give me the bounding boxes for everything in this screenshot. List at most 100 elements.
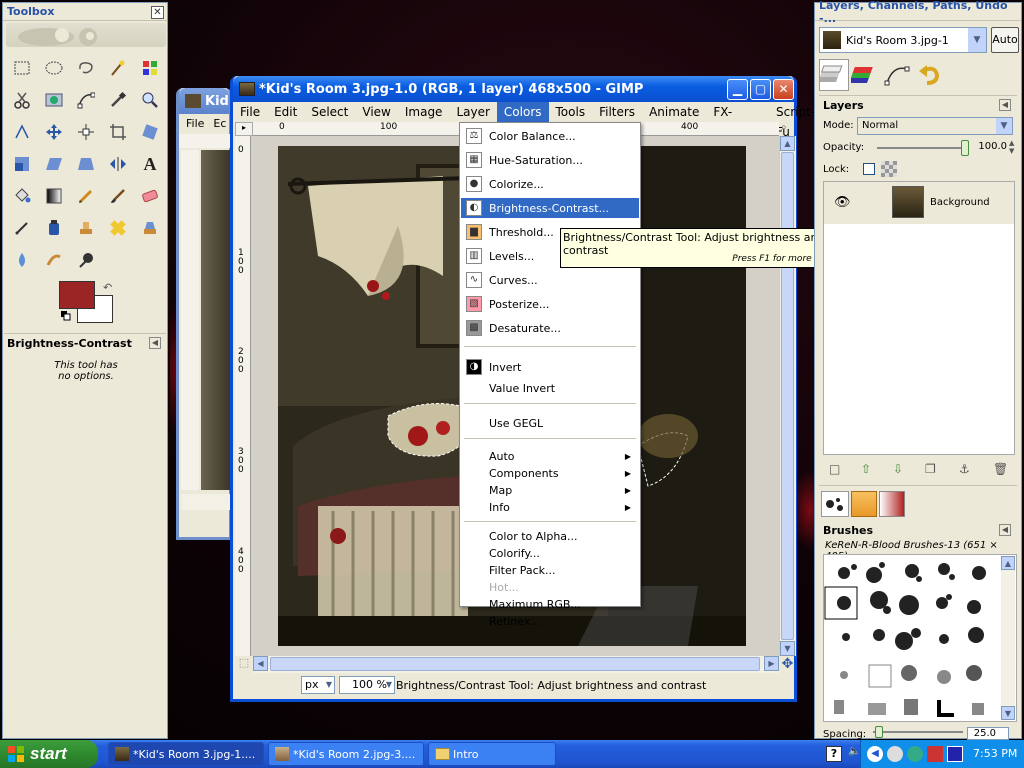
select-by-color-icon[interactable]	[139, 57, 161, 79]
flip-icon[interactable]	[107, 153, 129, 175]
menu-filters[interactable]: Filters	[592, 102, 642, 122]
scroll-up-icon[interactable]: ▲	[780, 136, 795, 151]
eraser-icon[interactable]	[139, 185, 161, 207]
taskbar-button-kids-room-2[interactable]: *Kid's Room 2.jpg-3....	[268, 742, 424, 766]
blend-icon[interactable]	[43, 185, 65, 207]
lower-layer-icon[interactable]: ⇩	[893, 462, 903, 476]
fuzzy-select-icon[interactable]	[107, 57, 129, 79]
menu-item-brightness-contrast[interactable]: ◐ Brightness-Contrast...	[461, 198, 639, 218]
scroll-right-icon[interactable]: ▶	[764, 656, 779, 671]
spacing-slider-handle[interactable]	[875, 726, 883, 738]
delete-layer-icon[interactable]: 🗑	[993, 462, 1008, 476]
menu-image[interactable]: Image	[398, 102, 450, 122]
new-layer-icon[interactable]: □	[829, 462, 840, 476]
menu-item-posterize[interactable]: ▧ Posterize...	[461, 294, 639, 314]
menu-item-desaturate[interactable]: ▩ Desaturate...	[461, 318, 639, 338]
tab-patterns[interactable]	[851, 491, 877, 517]
blur-icon[interactable]	[11, 249, 33, 271]
clone-icon[interactable]	[75, 217, 97, 239]
lock-alpha-icon[interactable]	[881, 161, 897, 177]
scissors-icon[interactable]	[11, 89, 33, 111]
align-icon[interactable]	[75, 121, 97, 143]
lasso-icon[interactable]	[75, 57, 97, 79]
crop-icon[interactable]	[107, 121, 129, 143]
menu-animate[interactable]: Animate	[642, 102, 706, 122]
scale-icon[interactable]	[11, 153, 33, 175]
scroll-down-icon[interactable]: ▼	[1001, 706, 1015, 720]
horizontal-scrollbar[interactable]: ◀ ▶	[253, 656, 779, 673]
tab-brushes[interactable]	[821, 491, 849, 517]
anchor-icon[interactable]: ⚓	[959, 462, 970, 476]
opacity-slider-handle[interactable]	[961, 140, 969, 156]
brushes-scrollbar[interactable]: ▲ ▼	[1001, 556, 1015, 720]
scroll-left-icon[interactable]: ◀	[253, 656, 268, 671]
menu-item-invert[interactable]: ◑ Invert	[461, 357, 639, 377]
opacity-slider[interactable]	[877, 147, 967, 149]
menu-select[interactable]: Select	[304, 102, 355, 122]
menu-item-use-gegl[interactable]: Use GEGL	[461, 413, 639, 433]
rect-select-icon[interactable]	[11, 57, 33, 79]
tab-menu-icon[interactable]: ◀	[149, 337, 161, 349]
default-colors-icon[interactable]	[61, 311, 71, 321]
spacing-input[interactable]: 25.0	[967, 727, 1009, 740]
navigation-icon[interactable]: ✥	[779, 656, 796, 673]
paintbrush-icon[interactable]	[107, 185, 129, 207]
airbrush-icon[interactable]	[11, 217, 33, 239]
ink-icon[interactable]	[43, 217, 65, 239]
tray-app-icon[interactable]	[947, 746, 963, 762]
swap-colors-icon[interactable]: ↶	[103, 281, 115, 294]
maximize-button[interactable]: ▢	[750, 79, 771, 100]
unit-select[interactable]: px ▼	[301, 676, 335, 694]
volume-icon[interactable]: 🔈	[848, 746, 860, 762]
measure-icon[interactable]	[11, 121, 33, 143]
zoom-icon[interactable]	[139, 89, 161, 111]
tray-app-icon[interactable]	[887, 746, 903, 762]
quick-mask-corner-icon[interactable]: ▸	[235, 122, 253, 136]
pencil-icon[interactable]	[75, 185, 97, 207]
tab-layers[interactable]	[817, 59, 849, 91]
start-button[interactable]: start	[0, 740, 98, 768]
text-icon[interactable]: A	[139, 153, 161, 175]
menu-fx-foundry[interactable]: FX-Foundry	[706, 102, 769, 139]
tray-app-icon[interactable]	[907, 746, 923, 762]
layer-row[interactable]: 👁 Background	[824, 182, 1014, 224]
scroll-down-icon[interactable]: ▼	[780, 641, 795, 656]
close-button[interactable]: ✕	[773, 79, 794, 100]
eye-icon[interactable]: 👁	[834, 195, 851, 210]
tab-gradients[interactable]	[879, 491, 905, 517]
menu-edit[interactable]: Edit	[267, 102, 304, 122]
raise-layer-icon[interactable]: ⇧	[861, 462, 871, 476]
scroll-thumb[interactable]	[270, 657, 760, 671]
menu-file[interactable]: File	[233, 102, 267, 122]
back-window-titlebar[interactable]: Kid	[179, 88, 229, 114]
menu-item-hue-saturation[interactable]: ▦ Hue-Saturation...	[461, 150, 639, 170]
smudge-icon[interactable]	[43, 249, 65, 271]
scroll-thumb[interactable]	[781, 152, 794, 640]
tab-menu-icon[interactable]: ◀	[999, 99, 1011, 111]
opacity-input[interactable]: 100.0	[973, 141, 1007, 155]
bucket-fill-icon[interactable]	[11, 185, 33, 207]
menu-item-curves[interactable]: ∿ Curves...	[461, 270, 639, 290]
tray-chevron-icon[interactable]: ◀	[867, 746, 883, 762]
taskbar-button-kids-room-3[interactable]: *Kid's Room 3.jpg-1....	[108, 742, 264, 766]
menu-edit[interactable]: Ec	[211, 114, 228, 134]
spinner-icon[interactable]: ▲ ▼	[1009, 139, 1014, 155]
move-icon[interactable]	[43, 121, 65, 143]
perspective-icon[interactable]	[75, 153, 97, 175]
ellipse-select-icon[interactable]	[43, 57, 65, 79]
perspective-clone-icon[interactable]	[139, 217, 161, 239]
paths-icon[interactable]	[75, 89, 97, 111]
menu-file[interactable]: File	[179, 114, 211, 134]
brushes-grid[interactable]	[823, 554, 1017, 722]
zoom-to-fit-icon[interactable]: ⬚	[235, 656, 253, 674]
mode-select[interactable]: Normal ▼	[857, 117, 1013, 135]
shear-icon[interactable]	[43, 153, 65, 175]
tab-menu-icon[interactable]: ◀	[999, 524, 1011, 536]
menu-item-value-invert[interactable]: Value Invert	[461, 378, 639, 398]
back-image-window[interactable]: Kid File Ec	[176, 88, 235, 540]
navigate-icon[interactable]: ⌕	[781, 122, 795, 136]
foreground-select-icon[interactable]	[43, 89, 65, 111]
menu-colors[interactable]: Colors	[496, 102, 549, 122]
tray-app-icon[interactable]	[927, 746, 943, 762]
dodge-burn-icon[interactable]	[75, 249, 97, 271]
